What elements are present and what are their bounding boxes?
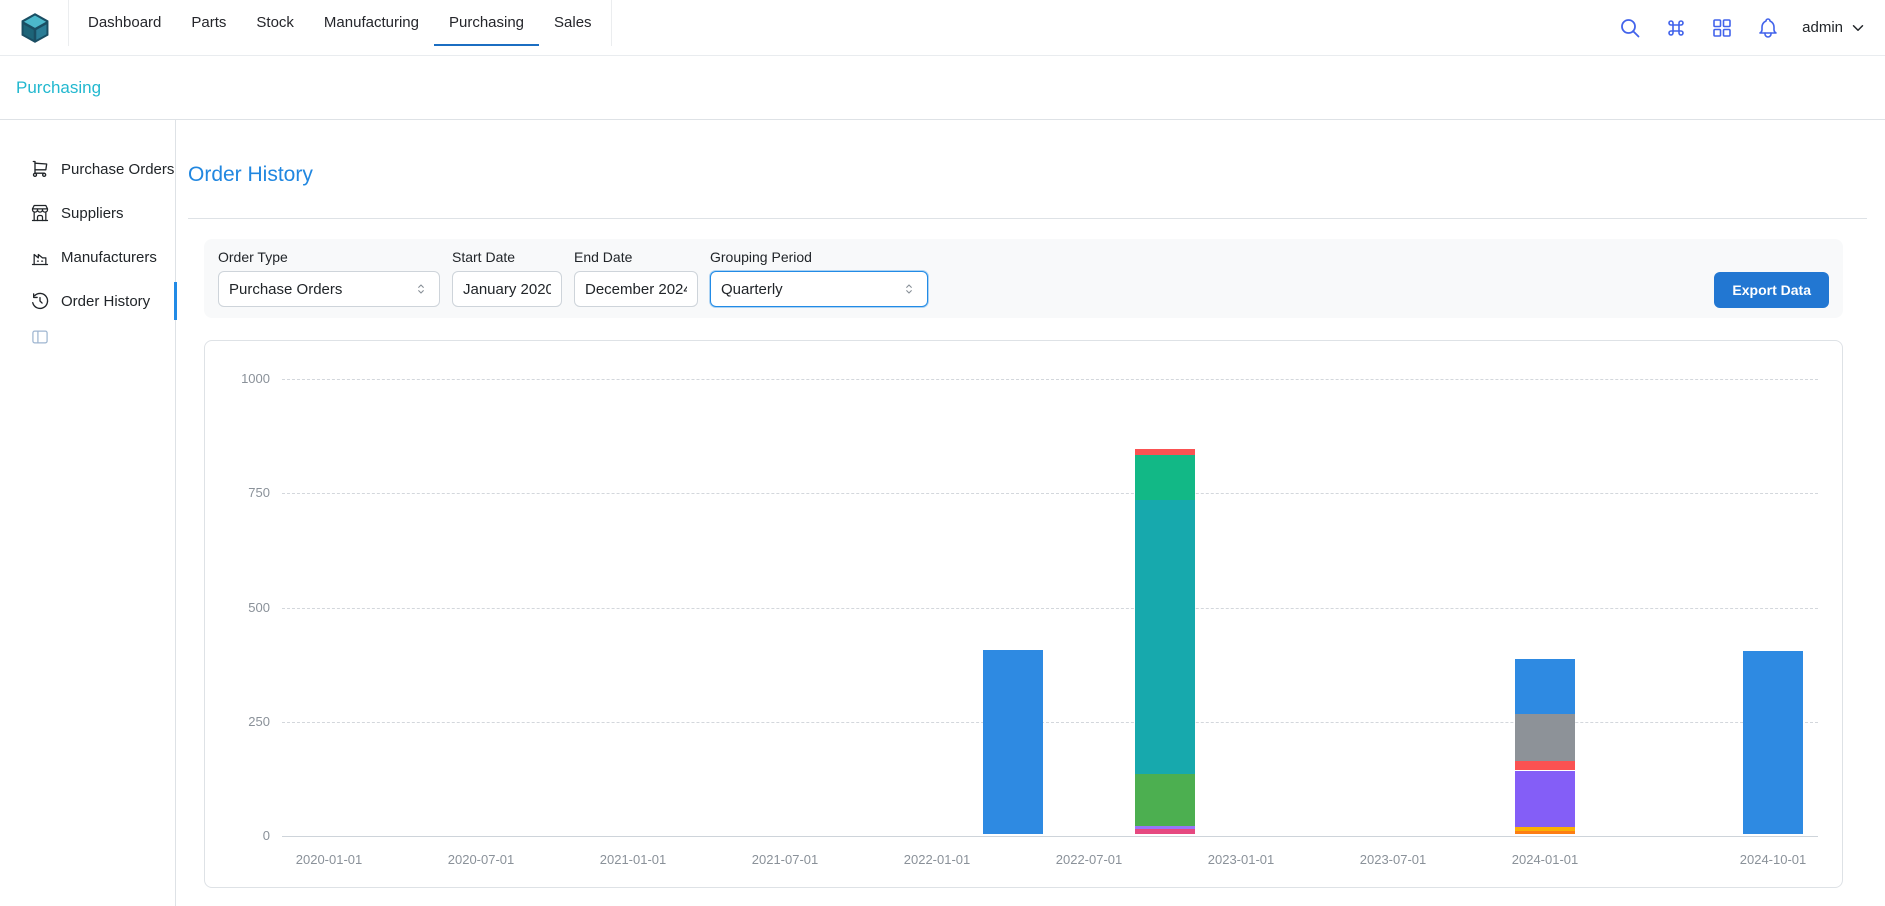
end-date-field: End Date [574,249,698,307]
x-axis-label: 2023-01-01 [1186,852,1296,867]
username: admin [1802,19,1843,36]
bar-segment-2022-10-01-green [1135,774,1195,826]
end-date-label: End Date [574,249,698,265]
x-axis-label: 2023-07-01 [1338,852,1448,867]
sidebar-item-purchase-orders[interactable]: Purchase Orders [0,147,175,191]
sidebar-item-label: Suppliers [61,205,124,222]
tab-manufacturing[interactable]: Manufacturing [309,0,434,46]
chart-plot: 0 250 500 750 1000 2020-01-01 2020-07-01 2021-0… [205,341,1842,887]
tab-parts[interactable]: Parts [176,0,241,46]
bar-segment-2022-04-01-blue [983,650,1043,834]
gridline-750 [282,493,1818,494]
bar-segment-2022-10-01-emerald [1135,455,1195,500]
tab-purchasing[interactable]: Purchasing [434,0,539,46]
breadcrumb-purchasing[interactable]: Purchasing [16,78,101,98]
y-axis-label: 250 [210,714,270,729]
bar-segment-2022-10-01-violet [1135,826,1195,830]
tab-dashboard[interactable]: Dashboard [73,0,176,46]
gridline-250 [282,722,1818,723]
barcode-scan-icon[interactable] [1710,16,1734,40]
top-navbar: DashboardPartsStockManufacturingPurchasi… [0,0,1885,56]
gridline-1000 [282,379,1818,380]
x-axis-label: 2021-07-01 [730,852,840,867]
y-axis-label: 750 [210,485,270,500]
sidebar-item-manufacturers[interactable]: Manufacturers [0,235,175,279]
export-data-button[interactable]: Export Data [1714,272,1829,308]
chevron-down-icon [1849,19,1867,37]
order-type-field: Order Type Purchase Orders [218,249,440,307]
building-store-icon [30,203,50,223]
user-menu[interactable]: admin [1802,19,1867,37]
sidebar-item-label: Manufacturers [61,249,157,266]
x-axis-label: 2022-01-01 [882,852,992,867]
content-area: Purchase Orders Suppliers Manufacturers Ord… [0,120,1885,906]
app-logo-icon[interactable] [18,11,52,45]
history-icon [30,291,50,311]
notifications-bell-icon[interactable] [1756,16,1780,40]
grouping-period-select[interactable]: Quarterly [710,271,928,307]
x-axis-label: 2020-07-01 [426,852,536,867]
bar-segment-2024-01-01-blue [1515,659,1575,715]
panel-body: Order Type Purchase Orders Start Date En… [204,239,1843,888]
y-axis-label: 0 [210,828,270,843]
bar-segment-2024-01-01-yellow [1515,827,1575,831]
order-type-value: Purchase Orders [229,281,342,298]
panel-divider [188,218,1867,219]
sidebar-collapse-icon[interactable] [30,327,50,347]
end-date-input[interactable] [574,271,698,307]
bar-segment-2024-01-01-violet [1515,771,1575,828]
bar-segment-2024-10-01-blue [1743,651,1803,834]
start-date-label: Start Date [452,249,562,265]
search-icon[interactable] [1618,16,1642,40]
tab-stock[interactable]: Stock [241,0,309,46]
nav-tabs: DashboardPartsStockManufacturingPurchasi… [68,0,612,46]
bar-segment-2024-01-01-gray [1515,714,1575,761]
sidebar-list: Purchase Orders Suppliers Manufacturers Ord… [0,147,175,323]
main-panel: Order History Order Type Purchase Orders… [176,120,1885,906]
x-axis-label: 2021-01-01 [578,852,688,867]
start-date-input[interactable] [452,271,562,307]
selector-icon [901,281,917,297]
y-axis-label: 1000 [210,371,270,386]
filter-panel: Order Type Purchase Orders Start Date En… [204,239,1843,318]
breadcrumb: Purchasing [0,56,1885,120]
command-palette-icon[interactable] [1664,16,1688,40]
grouping-period-field: Grouping Period Quarterly [710,249,928,307]
sidebar-item-order-history[interactable]: Order History [0,279,175,323]
bar-segment-2022-10-01-teal [1135,500,1195,774]
x-axis-label: 2022-07-01 [1034,852,1144,867]
bar-segment-2024-01-01-orange [1515,831,1575,834]
grouping-period-label: Grouping Period [710,249,928,265]
start-date-field: Start Date [452,249,562,307]
sidebar: Purchase Orders Suppliers Manufacturers Ord… [0,120,176,906]
x-axis-label: 2020-01-01 [274,852,384,867]
selector-icon [413,281,429,297]
order-type-select[interactable]: Purchase Orders [218,271,440,307]
x-axis-label: 2024-10-01 [1718,852,1828,867]
tab-sales[interactable]: Sales [539,0,607,46]
page-title: Order History [188,162,1867,188]
sidebar-item-label: Purchase Orders [61,161,174,178]
order-history-chart: 0 250 500 750 1000 2020-01-01 2020-07-01 2021-0… [204,340,1843,888]
gridline-0 [282,836,1818,837]
grouping-period-value: Quarterly [721,281,783,298]
building-factory-icon [30,247,50,267]
shopping-cart-icon [30,159,50,179]
x-axis-label: 2024-01-01 [1490,852,1600,867]
bar-segment-2022-10-01-pink [1135,829,1195,834]
bar-segment-2024-01-01-red [1515,761,1575,770]
bar-segment-2022-10-01-red [1135,449,1195,455]
app-window: DashboardPartsStockManufacturingPurchasi… [0,0,1885,906]
order-type-label: Order Type [218,249,440,265]
sidebar-item-suppliers[interactable]: Suppliers [0,191,175,235]
y-axis-label: 500 [210,600,270,615]
nav-actions: admin [1618,16,1867,40]
sidebar-item-label: Order History [61,293,150,310]
gridline-500 [282,608,1818,609]
